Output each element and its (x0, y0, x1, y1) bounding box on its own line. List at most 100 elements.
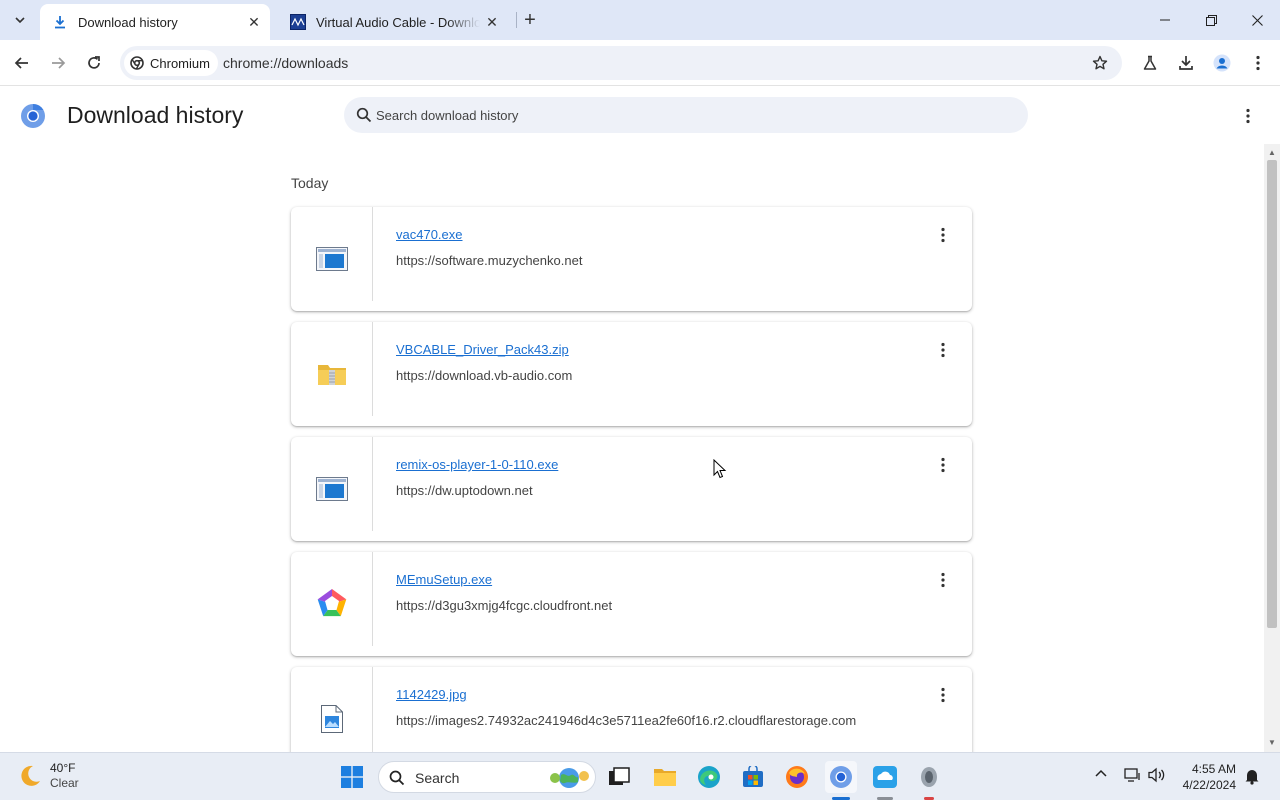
chromium-logo-icon (830, 766, 852, 788)
minimize-icon (1160, 19, 1170, 21)
minimize-button[interactable] (1142, 6, 1188, 34)
moon-icon (21, 765, 40, 786)
search-download-history[interactable] (344, 97, 1028, 133)
close-window-button[interactable] (1234, 6, 1280, 34)
site-info-chip[interactable]: Chromium (124, 50, 218, 76)
scroll-down-arrow-icon[interactable]: ▼ (1268, 738, 1276, 747)
item-menu-button[interactable] (931, 453, 955, 477)
clock-date: 4/22/2024 (1182, 778, 1236, 792)
download-item: remix-os-player-1-0-110.exe https://dw.u… (291, 437, 972, 541)
chip-label: Chromium (150, 55, 210, 71)
exe-window-icon (316, 477, 348, 501)
search-highlight-globe-icon (550, 768, 589, 788)
app-button[interactable] (869, 761, 901, 793)
more-vert-icon (941, 687, 945, 703)
download-file-link[interactable]: MEmuSetup.exe (396, 572, 492, 587)
app-button[interactable] (913, 761, 945, 793)
browser-menu-button[interactable] (1244, 49, 1272, 77)
more-vert-icon (941, 342, 945, 358)
chevron-up-icon (1095, 769, 1107, 777)
search-input[interactable] (376, 97, 1016, 133)
folder-icon (654, 769, 676, 786)
taskbar-search-label: Search (415, 770, 460, 786)
taskbar-search[interactable]: Search (378, 761, 596, 793)
scrollbar-thumb[interactable] (1267, 160, 1277, 628)
firefox-button[interactable] (781, 761, 813, 793)
download-source-url: https://download.vb-audio.com (396, 368, 573, 383)
more-vert-icon (941, 457, 945, 473)
edge-logo-icon (698, 766, 720, 788)
download-file-link[interactable]: 1142429.jpg (396, 687, 467, 702)
image-file-icon (321, 705, 343, 733)
download-file-link[interactable]: remix-os-player-1-0-110.exe (396, 457, 558, 472)
mouse-cursor-icon (713, 459, 727, 479)
download-file-link[interactable]: vac470.exe (396, 227, 463, 242)
profile-button[interactable] (1208, 49, 1236, 77)
weather-widget[interactable]: 40°F Clear (18, 761, 79, 791)
more-vert-icon (1256, 55, 1260, 71)
downloads-button[interactable] (1172, 49, 1200, 77)
back-button[interactable] (8, 49, 36, 77)
task-view-button[interactable] (603, 761, 635, 793)
weather-temperature: 40°F (50, 761, 76, 775)
restore-icon (1205, 14, 1217, 26)
tab-separator (516, 12, 517, 28)
speaker-icon (1148, 767, 1165, 783)
system-clock[interactable]: 4:55 AM 4/22/2024 (1172, 761, 1236, 793)
close-icon (1251, 14, 1263, 26)
search-icon (389, 770, 405, 786)
network-icon (1124, 768, 1140, 782)
reload-button[interactable] (80, 49, 108, 77)
tab-title: Virtual Audio Cable - Download (316, 14, 480, 30)
file-explorer-button[interactable] (649, 761, 681, 793)
plus-icon: + (524, 8, 536, 31)
address-bar[interactable]: Chromium chrome://downloads (120, 46, 1122, 80)
usb-device-icon (921, 767, 937, 787)
scroll-up-arrow-icon[interactable]: ▲ (1268, 148, 1276, 157)
volume-button[interactable] (1148, 767, 1166, 786)
tray-overflow-button[interactable] (1094, 767, 1108, 784)
memu-logo-icon (317, 589, 347, 617)
page-scrollbar[interactable]: ▲ ▼ (1264, 144, 1280, 752)
new-tab-button[interactable]: + (518, 8, 542, 32)
restore-button[interactable] (1188, 6, 1234, 34)
item-menu-button[interactable] (931, 568, 955, 592)
download-source-url: https://software.muzychenko.net (396, 253, 583, 268)
close-icon[interactable]: ✕ (242, 10, 266, 34)
url-text[interactable]: chrome://downloads (223, 55, 348, 71)
labs-button[interactable] (1136, 49, 1164, 77)
download-file-link[interactable]: VBCABLE_Driver_Pack43.zip (396, 342, 569, 357)
chromium-logo-icon (130, 56, 144, 70)
arrow-right-icon (52, 57, 66, 69)
arrow-left-icon (14, 57, 28, 69)
page-menu-button[interactable] (1236, 104, 1260, 128)
star-icon (1092, 55, 1108, 70)
microsoft-store-button[interactable] (737, 761, 769, 793)
bookmark-button[interactable] (1088, 51, 1112, 75)
notifications-button[interactable] (1244, 767, 1260, 788)
more-vert-icon (941, 572, 945, 588)
network-status-button[interactable] (1124, 767, 1142, 786)
store-bag-icon (743, 766, 763, 787)
edge-browser-button[interactable] (693, 761, 725, 793)
tab-virtual-audio-cable[interactable]: Virtual Audio Cable - Download ✕ (278, 4, 508, 40)
chromium-taskbar-button[interactable] (825, 761, 857, 793)
start-button[interactable] (336, 761, 368, 793)
close-icon[interactable]: ✕ (480, 10, 504, 34)
tab-download-history[interactable]: Download history ✕ (40, 4, 270, 40)
windows-logo-icon (341, 766, 363, 788)
download-item: vac470.exe https://software.muzychenko.n… (291, 207, 972, 311)
item-menu-button[interactable] (931, 223, 955, 247)
forward-button[interactable] (44, 49, 72, 77)
tab-title: Download history (78, 14, 178, 30)
exe-window-icon (316, 247, 348, 271)
tab-search-button[interactable] (8, 8, 32, 32)
download-icon (52, 14, 68, 30)
firefox-logo-icon (786, 766, 808, 788)
download-item: MEmuSetup.exe https://d3gu3xmjg4fcgc.clo… (291, 552, 972, 656)
download-source-url: https://images2.74932ac241946d4c3e5711ea… (396, 713, 857, 728)
cloud-app-icon (873, 766, 897, 788)
item-menu-button[interactable] (931, 683, 955, 707)
item-menu-button[interactable] (931, 338, 955, 362)
page-title: Download history (67, 102, 244, 128)
